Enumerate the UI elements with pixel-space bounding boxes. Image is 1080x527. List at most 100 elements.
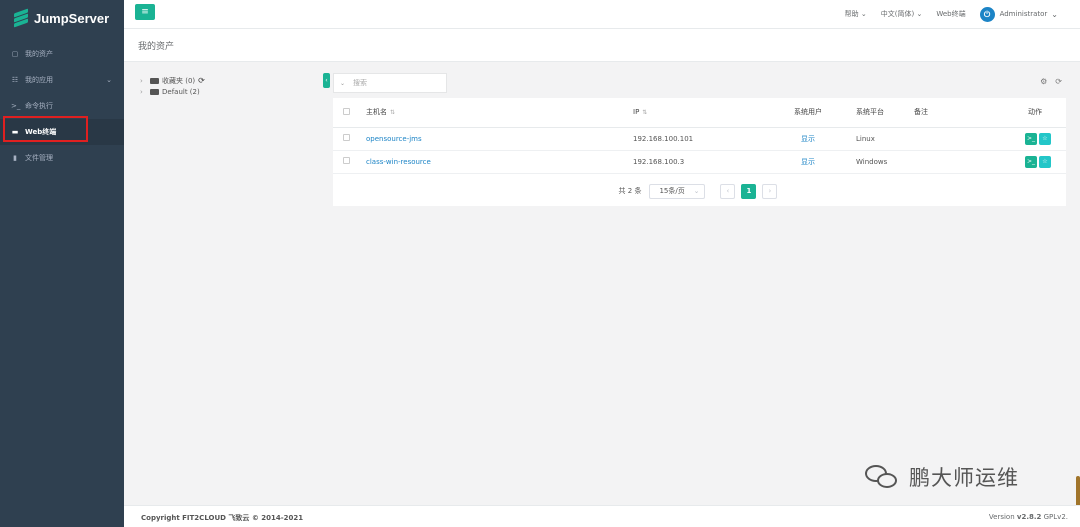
- language-menu[interactable]: 中文(简体) ⌄: [881, 9, 923, 19]
- favorite-button[interactable]: ☆: [1039, 132, 1051, 145]
- username: Administrator: [999, 10, 1048, 18]
- chevron-down-icon: ⌄: [1051, 9, 1058, 19]
- hostname-link[interactable]: class-win-resource: [366, 158, 431, 166]
- sidebar-item-my-apps[interactable]: ☷ 我的应用 ⌄: [0, 67, 124, 93]
- terminal-icon: >_: [1026, 134, 1036, 142]
- page-heading: 我的资产: [124, 29, 1080, 62]
- column-hostname[interactable]: 主机名 ⇅: [366, 98, 633, 128]
- column-actions: 动作: [1004, 98, 1066, 128]
- chevron-right-icon: ›: [768, 186, 772, 195]
- sort-icon: ⇅: [642, 109, 648, 117]
- system-user-link[interactable]: 显示: [801, 158, 815, 166]
- page-number-button[interactable]: 1: [741, 183, 757, 199]
- terminal-icon: >_: [11, 102, 21, 110]
- wechat-icon: [863, 463, 901, 491]
- sidebar-item-web-terminal[interactable]: ▬ Web终端: [0, 119, 124, 145]
- search-box[interactable]: ⌄: [333, 73, 447, 93]
- table-row: class-win-resource 192.168.100.3 显示 Wind…: [333, 150, 1066, 174]
- refresh-icon[interactable]: ⟳: [198, 76, 205, 85]
- search-input[interactable]: [353, 79, 434, 87]
- tree-node-default[interactable]: › Default (2): [140, 86, 205, 97]
- platform-cell: Windows: [846, 150, 914, 174]
- chevron-down-icon: ⌄: [106, 76, 112, 84]
- star-icon: ☆: [1042, 157, 1048, 165]
- file-icon: ▮: [13, 154, 17, 162]
- table-header-row: 主机名 ⇅ IP ⇅ 系统用户 系统平台 备注 动作: [333, 98, 1066, 128]
- chevron-down-icon: ⌄: [693, 187, 700, 195]
- user-menu[interactable]: ⏻ Administrator ⌄: [979, 6, 1058, 22]
- table-tools: ⚙ ⟳: [1032, 77, 1062, 86]
- chevron-right-icon: ›: [140, 87, 143, 96]
- asset-table: 主机名 ⇅ IP ⇅ 系统用户 系统平台 备注 动作 opensource-jms …: [333, 98, 1066, 174]
- row-checkbox[interactable]: [343, 157, 350, 164]
- ip-cell: 192.168.100.101: [633, 127, 770, 151]
- terminal-icon: >_: [1026, 157, 1036, 165]
- note-cell: [914, 127, 1004, 151]
- gear-icon[interactable]: ⚙: [1040, 77, 1047, 86]
- sidebar-item-my-assets[interactable]: ▢ 我的资产: [0, 41, 124, 67]
- chevron-down-icon: ⌄: [860, 10, 867, 18]
- column-platform: 系统平台: [846, 98, 914, 128]
- column-ip[interactable]: IP ⇅: [633, 98, 770, 128]
- avatar: ⏻: [979, 6, 995, 22]
- brand-name: JumpServer: [34, 10, 110, 26]
- version-info: Version v2.8.2 GPLv2.: [988, 513, 1068, 521]
- chevron-down-icon: ⌄: [916, 10, 923, 18]
- cube-icon: ▢: [11, 50, 19, 58]
- asset-tree: › 收藏夹 (0) ⟳ › Default (2): [140, 75, 205, 97]
- page-title: 我的资产: [138, 42, 175, 52]
- watermark: 鹏大师运维: [863, 462, 1019, 492]
- grid-icon: ☷: [11, 76, 19, 84]
- platform-cell: Linux: [846, 127, 914, 151]
- column-system-user: 系统用户: [770, 98, 846, 128]
- sidebar-item-label: 我的应用: [25, 76, 53, 84]
- sidebar-item-file-manager[interactable]: ▮ 文件管理: [0, 145, 124, 171]
- top-navbar: ≡ 帮助 ⌄ 中文(简体) ⌄ Web终端 ⏻ Administrator ⌄: [124, 0, 1080, 29]
- chevron-down-icon: ⌄: [340, 79, 346, 87]
- next-page-button[interactable]: ›: [762, 183, 778, 199]
- folder-icon: [150, 77, 159, 84]
- tree-collapse-button[interactable]: ‹: [323, 73, 330, 88]
- note-cell: [914, 150, 1004, 174]
- sidebar-nav: ▢ 我的资产 ☷ 我的应用 ⌄ >_ 命令执行 ▬ Web终端 ▮ 文件管理: [0, 41, 124, 171]
- web-terminal-link[interactable]: Web终端: [936, 9, 965, 19]
- chevron-left-icon: ‹: [726, 186, 730, 195]
- hostname-link[interactable]: opensource-jms: [366, 135, 422, 143]
- refresh-icon[interactable]: ⟳: [1055, 77, 1062, 86]
- sidebar-item-label: 文件管理: [25, 154, 53, 162]
- pagination: 共 2 条 15条/页 ⌄ ‹ 1 ›: [333, 180, 1066, 202]
- chevron-left-icon: ‹: [325, 77, 328, 84]
- folder-icon: [150, 88, 159, 95]
- sort-icon: ⇅: [390, 109, 396, 117]
- star-icon: ☆: [1042, 134, 1048, 142]
- sidebar-item-label: 命令执行: [25, 102, 53, 110]
- window-icon: ▬: [11, 128, 19, 136]
- jumpserver-logo-icon: [13, 8, 29, 28]
- menu-toggle-button[interactable]: ≡: [135, 4, 155, 20]
- sidebar-item-label: Web终端: [25, 128, 57, 136]
- footer: Copyright FIT2CLOUD 飞致云 © 2014-2021 Vers…: [124, 505, 1080, 527]
- copyright: Copyright FIT2CLOUD 飞致云 © 2014-2021: [141, 514, 304, 522]
- logo[interactable]: JumpServer: [0, 0, 124, 36]
- sidebar-item-label: 我的资产: [25, 50, 53, 58]
- tree-node-favorites[interactable]: › 收藏夹 (0) ⟳: [140, 75, 205, 86]
- select-all-checkbox[interactable]: [343, 107, 350, 115]
- total-count: 共 2 条: [618, 187, 642, 195]
- help-menu[interactable]: 帮助 ⌄: [845, 9, 867, 19]
- sidebar-item-command-exec[interactable]: >_ 命令执行: [0, 93, 124, 119]
- page-size-select[interactable]: 15条/页 ⌄: [649, 183, 706, 199]
- top-right-menu: 帮助 ⌄ 中文(简体) ⌄ Web终端 ⏻ Administrator ⌄: [845, 0, 1080, 28]
- connect-terminal-button[interactable]: >_: [1025, 132, 1037, 145]
- column-note: 备注: [914, 98, 1004, 128]
- system-user-link[interactable]: 显示: [801, 135, 815, 143]
- row-checkbox[interactable]: [343, 134, 350, 141]
- prev-page-button[interactable]: ‹: [720, 183, 736, 199]
- watermark-text: 鹏大师运维: [909, 466, 1019, 490]
- hamburger-icon: ≡: [141, 7, 149, 17]
- connect-terminal-button[interactable]: >_: [1025, 155, 1037, 168]
- sidebar: JumpServer ▢ 我的资产 ☷ 我的应用 ⌄ >_ 命令执行 ▬ Web…: [0, 0, 124, 527]
- table-row: opensource-jms 192.168.100.101 显示 Linux …: [333, 127, 1066, 151]
- favorite-button[interactable]: ☆: [1039, 155, 1051, 168]
- chevron-right-icon: ›: [140, 76, 143, 85]
- ip-cell: 192.168.100.3: [633, 150, 770, 174]
